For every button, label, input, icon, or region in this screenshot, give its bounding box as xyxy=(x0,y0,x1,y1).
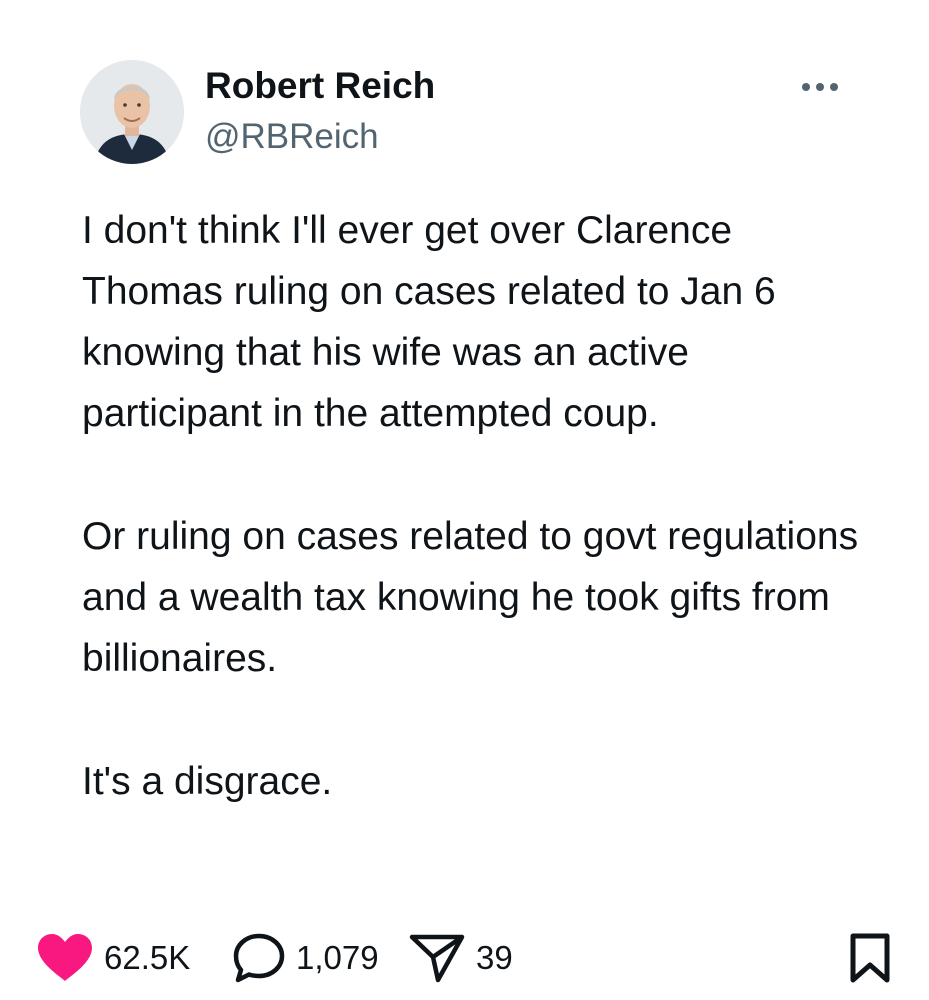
tweet-paragraph: It's a disgrace. xyxy=(82,760,333,803)
share-button[interactable]: 39 xyxy=(408,928,513,988)
display-name[interactable]: Robert Reich xyxy=(205,64,435,108)
tweet-paragraph: I don't think I'll ever get over Clarenc… xyxy=(82,209,776,435)
more-horizontal-icon xyxy=(802,83,810,91)
heart-icon xyxy=(38,934,92,981)
more-options-button[interactable] xyxy=(792,70,848,104)
like-button[interactable]: 62.5K xyxy=(36,928,190,988)
user-handle[interactable]: @RBReich xyxy=(205,115,379,159)
bookmark-button[interactable] xyxy=(848,928,892,988)
paper-plane-icon xyxy=(409,934,465,983)
reply-button[interactable]: 1,079 xyxy=(232,928,379,988)
action-bar: 62.5K 1,079 39 xyxy=(36,928,896,988)
speech-bubble-icon xyxy=(233,933,285,983)
reply-count: 1,079 xyxy=(296,939,379,976)
profile-photo xyxy=(80,60,184,164)
tweet-paragraph: Or ruling on cases related to govt regul… xyxy=(82,515,859,680)
bookmark-icon xyxy=(850,933,890,983)
avatar[interactable] xyxy=(80,60,184,164)
like-count: 62.5K xyxy=(104,939,191,976)
tweet-text: I don't think I'll ever get over Clarenc… xyxy=(82,200,862,812)
share-count: 39 xyxy=(476,939,513,976)
